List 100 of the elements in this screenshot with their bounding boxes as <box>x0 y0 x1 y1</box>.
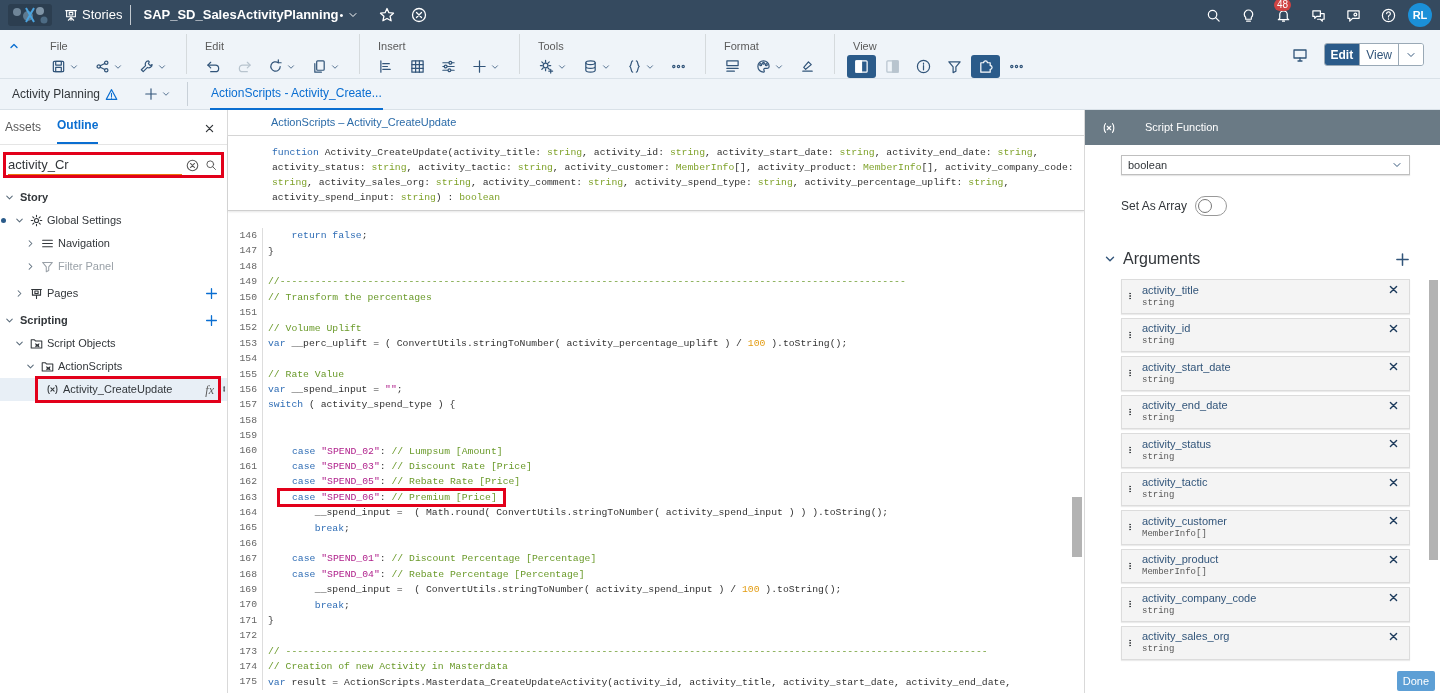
line-number: 152 <box>228 320 263 336</box>
panel-title: Script Function <box>1145 120 1219 136</box>
line-number: 170 <box>228 597 263 613</box>
code-line: } <box>268 244 274 258</box>
code-line: var __perc_uplift = ( ConvertUtils.stringToNumber( activity_percentage_uplift ) / 100 ).toString(); <box>268 336 848 350</box>
code-line: switch ( activity_spend_type ) { <box>268 398 456 412</box>
argument-name: activity_product <box>1142 553 1220 567</box>
argument-card[interactable]: activity_product MemberInfo[] <box>1121 548 1410 583</box>
tree-item[interactable]: Pages <box>47 285 79 302</box>
notification-count: 48 <box>1274 0 1292 11</box>
line-number: 174 <box>228 658 263 675</box>
line-number: 154 <box>228 351 263 367</box>
editor-title: ActionScripts – Activity_CreateUpdate <box>271 115 457 131</box>
line-number: 146 <box>228 228 263 244</box>
code-line: case "SPEND_05": // Rebate Rate [Price] <box>292 475 521 489</box>
argument-type: string <box>1142 643 1176 656</box>
line-number: 165 <box>228 520 263 536</box>
group-label: File <box>49 40 69 53</box>
argument-type: MemberInfo[] <box>1142 527 1208 540</box>
line-number: 171 <box>228 612 263 629</box>
code-line: // Creation of new Activity in Masterdata <box>268 660 508 674</box>
tree-item[interactable]: Scripting <box>20 312 68 329</box>
code-line: string, activity_sales_org: string, activity_comment: string, activity_spend_type: string, activity_percentage_uplift: string, <box>272 176 1011 190</box>
code-line: // Rate Value <box>268 367 345 381</box>
argument-card[interactable]: activity_title string <box>1121 279 1410 314</box>
line-number: 159 <box>228 428 263 444</box>
argument-card[interactable]: activity_tactic string <box>1121 471 1410 506</box>
code-line: } <box>268 613 274 627</box>
line-number: 151 <box>228 304 263 321</box>
document-title: SAP_SD_SalesActivityPlanning <box>143 6 339 25</box>
code-line: activity_spend_input: string) : boolean <box>272 191 502 205</box>
argument-type: string <box>1142 335 1176 348</box>
argument-name: activity_status <box>1142 437 1213 451</box>
argument-name: activity_title <box>1142 283 1200 297</box>
code-line: case "SPEND_04": // Rebate Percentage [Percentage] <box>292 567 585 581</box>
line-number: 164 <box>228 505 263 521</box>
group-label: View <box>852 40 878 53</box>
argument-type: MemberInfo[] <box>1142 566 1208 579</box>
argument-type: string <box>1142 373 1176 386</box>
line-number: 173 <box>228 643 263 659</box>
tree-item[interactable]: Global Settings <box>47 212 122 229</box>
tree-item[interactable]: ActionScripts <box>58 358 123 375</box>
tree-item[interactable]: Navigation <box>58 235 110 252</box>
section-title: Arguments <box>1123 249 1202 269</box>
code-line: var __spend_input = ""; <box>268 383 403 397</box>
line-number: 166 <box>228 535 263 552</box>
code-line: break; <box>313 521 350 535</box>
argument-type: string <box>1142 296 1176 309</box>
mode-toggle[interactable]: Edit <box>1324 44 1360 65</box>
line-number: 168 <box>228 566 263 582</box>
page-tab[interactable]: Activity Planning <box>12 85 101 103</box>
code-line: // ------------------------------------------------------------------------------------------------------------------------ <box>268 644 988 658</box>
line-number: 162 <box>228 474 263 490</box>
code-line: var result = ActionScripts.Masterdata_CreateUpdateActivity(activity_id, activity_title, activity_start_date, activity_end_date, <box>268 675 1012 689</box>
code-line: case "SPEND_02": // Lumpsum [Amount] <box>292 444 503 458</box>
argument-card[interactable]: activity_id string <box>1121 317 1410 352</box>
line-number: 158 <box>228 412 263 429</box>
line-number: 150 <box>228 289 263 305</box>
panel-tab[interactable]: Outline <box>57 116 99 144</box>
line-number: 161 <box>228 458 263 475</box>
argument-card[interactable]: activity_customer MemberInfo[] <box>1121 510 1410 545</box>
line-number: 153 <box>228 335 263 352</box>
return-type-select[interactable]: boolean <box>1121 155 1410 175</box>
line-number: 172 <box>228 628 263 644</box>
argument-name: activity_customer <box>1142 514 1228 528</box>
argument-type: string <box>1142 604 1176 617</box>
tree-item[interactable]: Script Objects <box>47 335 116 352</box>
argument-name: activity_company_code <box>1142 591 1258 605</box>
code-line: __spend_input = ( Math.round( ConvertUtils.stringToNumber( activity_spend_input ) ) ).toString(); <box>313 506 889 520</box>
line-number: 147 <box>228 243 263 259</box>
code-line: break; <box>313 598 350 612</box>
group-label: Insert <box>377 40 407 53</box>
group-label: Edit <box>204 40 225 53</box>
group-label: Tools <box>537 40 565 53</box>
code-line: activity_status: string, activity_tactic: string, activity_customer: MemberInfo[], activity_product: MemberInfo[], activity_company_code: <box>272 161 1075 175</box>
app-title[interactable]: Stories <box>82 5 132 25</box>
panel-tab[interactable]: Assets <box>5 118 41 144</box>
argument-card[interactable]: activity_status string <box>1121 433 1410 468</box>
line-number: 160 <box>228 443 263 459</box>
mode-toggle[interactable]: View <box>1359 44 1398 65</box>
line-number: 175 <box>228 674 263 690</box>
tree-item[interactable]: Story <box>20 189 49 206</box>
line-number: 167 <box>228 551 263 567</box>
argument-name: activity_sales_org <box>1142 630 1231 644</box>
argument-card[interactable]: activity_end_date string <box>1121 394 1410 429</box>
search-field[interactable]: activity_Cr <box>3 152 224 178</box>
argument-card[interactable]: activity_sales_org string <box>1121 625 1410 660</box>
code-line: //----------------------------------------------------------------------------------------------------------- <box>268 275 906 289</box>
line-number: 169 <box>228 582 263 598</box>
argument-type: string <box>1142 489 1176 502</box>
argument-card[interactable]: activity_start_date string <box>1121 356 1410 391</box>
tree-item[interactable]: Activity_CreateUpdate <box>63 381 173 398</box>
argument-card[interactable]: activity_company_code string <box>1121 587 1410 622</box>
argument-type: string <box>1142 450 1176 463</box>
code-line: __spend_input = ( ConvertUtils.stringToNumber( activity_spend_input ) / 100 ).toString(); <box>313 583 842 597</box>
code-line: case "SPEND_03": // Discount Rate [Price] <box>292 460 532 474</box>
argument-type: string <box>1142 412 1176 425</box>
function-label: fx <box>205 381 215 399</box>
code-line: // Transform the percentages <box>268 290 432 304</box>
argument-name: activity_end_date <box>1142 399 1229 413</box>
